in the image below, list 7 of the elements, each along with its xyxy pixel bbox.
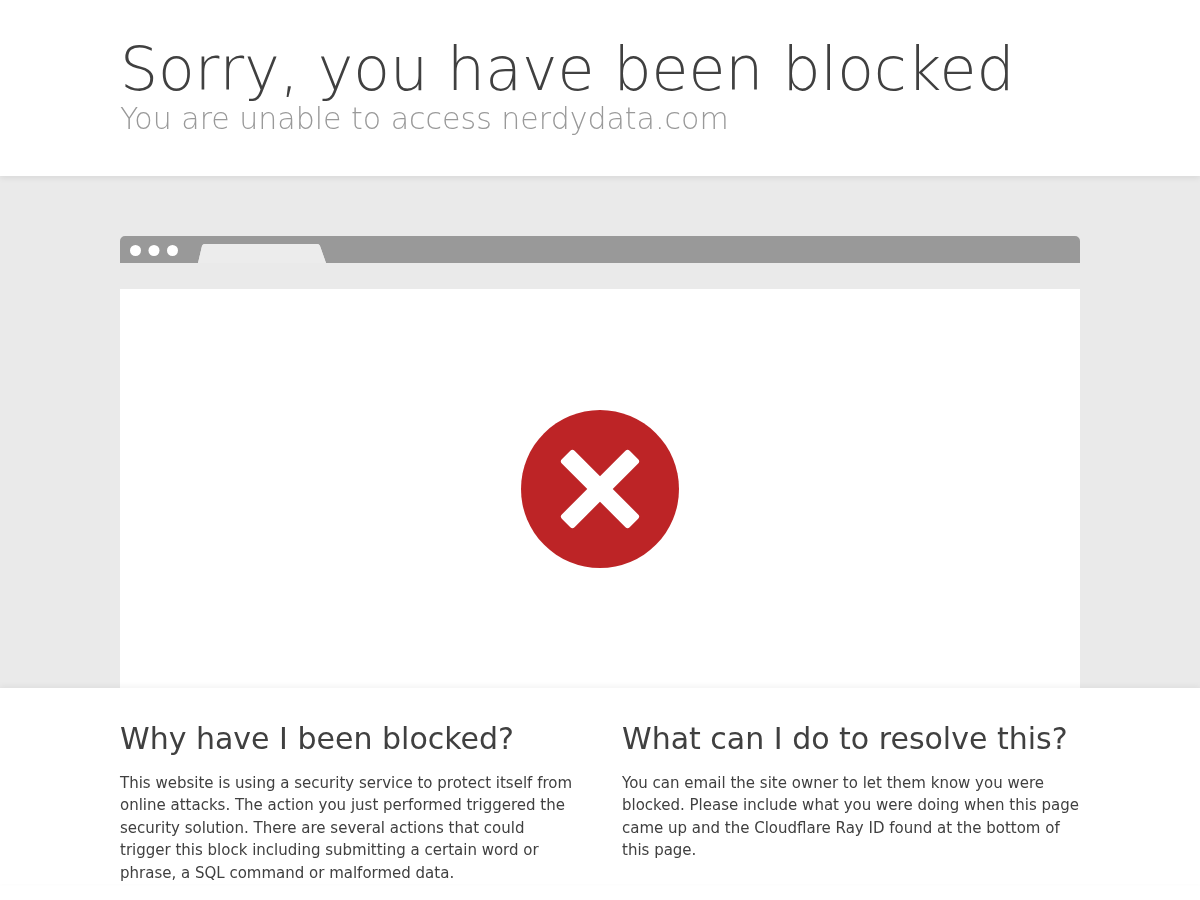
section-heading: What can I do to resolve this?	[622, 720, 1068, 758]
section-paragraph: This website is using a security service to protect itself from online attacks. The action you just performed triggered the security solution. There are several actions that could trigger this block including submitting a certain word or phrase, a SQL command or malformed data.	[120, 772, 574, 884]
page-subtitle: You are unable to access nerdydata.com	[120, 102, 729, 135]
section-heading: Why have I been blocked?	[120, 720, 514, 758]
page-title: Sorry, you have been blocked	[120, 36, 1015, 102]
error-icon	[520, 408, 680, 569]
section-paragraph: You can email the site owner to let them know you were blocked. Please include what you were doing when this page came up and the Cloudflare Ray ID found at the bottom of this page.	[622, 772, 1080, 861]
